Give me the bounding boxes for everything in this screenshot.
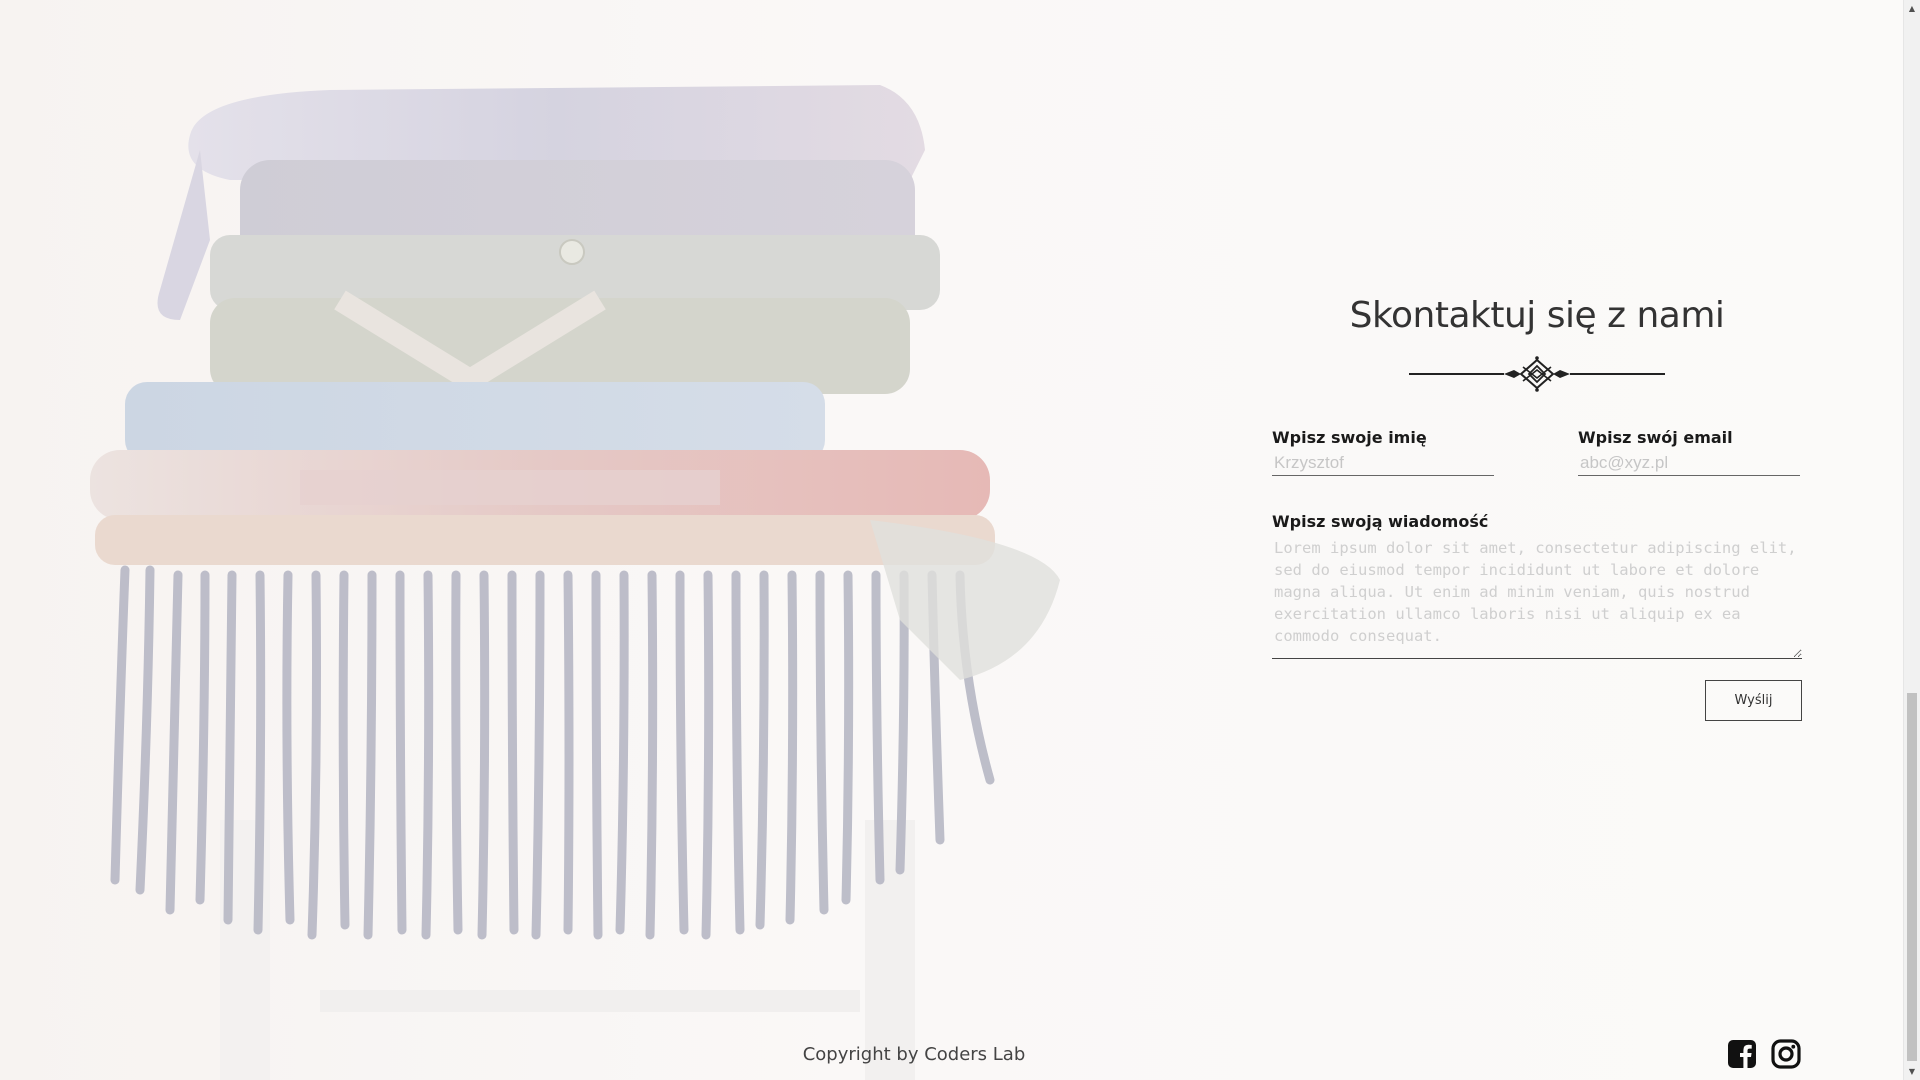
send-wrap: Wyślij: [1272, 680, 1802, 721]
name-field: Wpisz swoje imię: [1272, 428, 1496, 476]
scrollbar-thumb[interactable]: [1907, 693, 1917, 1061]
name-label: Wpisz swoje imię: [1272, 428, 1427, 447]
ornament-divider-icon: [1409, 356, 1665, 392]
email-label: Wpisz swój email: [1578, 428, 1733, 447]
instagram-icon[interactable]: [1771, 1039, 1801, 1069]
name-email-row: Wpisz swoje imię Wpisz swój email: [1272, 428, 1802, 476]
name-input[interactable]: [1272, 451, 1494, 476]
contact-section: Skontaktuj się z nami Wpisz swoje imię W…: [1272, 290, 1802, 721]
background-photo: [0, 0, 1100, 1080]
message-textarea[interactable]: [1272, 535, 1802, 659]
copyright-text: Copyright by Coders Lab: [802, 1044, 1026, 1065]
facebook-icon[interactable]: [1727, 1039, 1757, 1069]
contact-title: Skontaktuj się z nami: [1349, 295, 1725, 336]
email-field: Wpisz swój email: [1578, 428, 1802, 476]
scroll-up-icon[interactable]: ▲: [1904, 0, 1920, 17]
send-button[interactable]: Wyślij: [1705, 680, 1802, 721]
message-label: Wpisz swoją wiadomość: [1272, 512, 1489, 531]
scroll-down-icon[interactable]: ▼: [1904, 1063, 1920, 1080]
page: Skontaktuj się z nami Wpisz swoje imię W…: [0, 0, 1903, 1080]
message-field: Wpisz swoją wiadomość: [1272, 512, 1802, 664]
vertical-scrollbar[interactable]: ▲ ▼: [1903, 0, 1920, 1080]
email-input[interactable]: [1578, 451, 1800, 476]
